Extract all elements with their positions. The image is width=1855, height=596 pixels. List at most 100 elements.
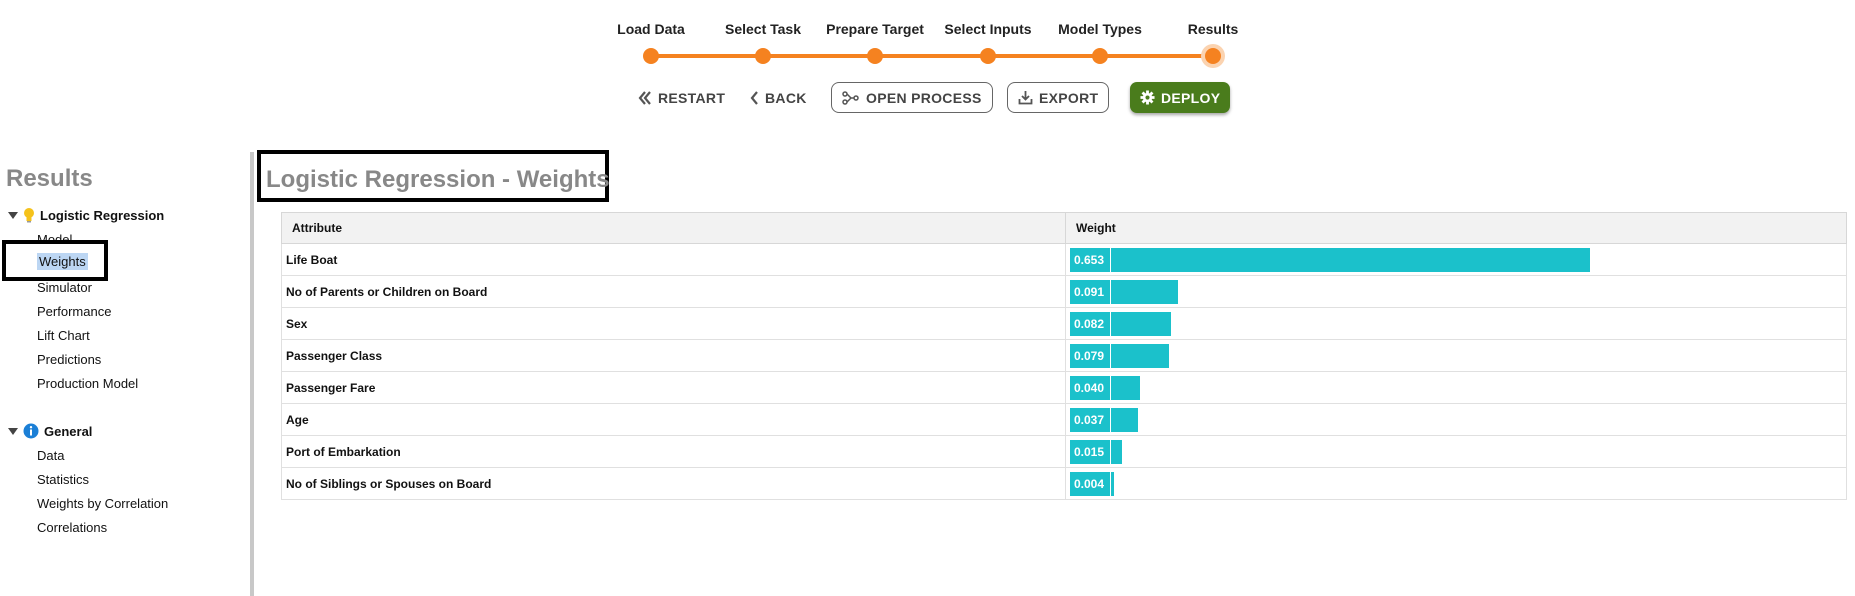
nav-item-predictions[interactable]: Predictions [37,352,101,367]
nav-group-label: Logistic Regression [40,207,165,223]
step-label-results: Results [1187,21,1239,37]
column-header-weight[interactable]: Weight [1065,212,1847,244]
attribute-cell: Port of Embarkation [281,435,1066,468]
step-dot-load-data[interactable] [643,48,659,64]
weight-cell: 0.079 [1065,339,1847,372]
weight-bar [1111,439,1122,464]
nav-item-lift-chart[interactable]: Lift Chart [37,328,90,343]
table-row[interactable]: Passenger Class 0.079 [281,339,1847,372]
restart-label: RESTART [658,89,726,106]
table-row[interactable]: Life Boat 0.653 [281,243,1847,276]
weight-bar-container: 0.091 [1070,279,1846,304]
nav-item-performance[interactable]: Performance [37,304,111,319]
export-button[interactable]: EXPORT [1007,82,1110,113]
expand-triangle-icon[interactable] [8,211,18,219]
weight-bar-container: 0.040 [1070,375,1846,400]
nav-item-simulator[interactable]: Simulator [37,280,92,295]
restart-button[interactable]: RESTART [628,82,735,113]
weight-bar [1111,407,1138,432]
wizard-stepper: Load Data Select Task Prepare Target Sel… [0,0,1855,70]
table-row[interactable]: Port of Embarkation 0.015 [281,435,1847,468]
step-label-load-data: Load Data [617,21,685,37]
weights-table: Attribute Weight Life Boat 0.653 No of Par… [281,212,1847,500]
deploy-label: DEPLOY [1161,89,1221,106]
nav-item-production-model[interactable]: Production Model [37,376,138,391]
attribute-cell: No of Siblings or Spouses on Board [281,467,1066,500]
table-row[interactable]: Age 0.037 [281,403,1847,436]
weight-bar-container: 0.082 [1070,311,1846,336]
weight-cell: 0.040 [1065,371,1847,404]
step-label-model-types: Model Types [1058,21,1142,37]
nav-item-weights-by-correlation[interactable]: Weights by Correlation [37,496,168,511]
back-button[interactable]: BACK [740,82,817,113]
nav-group-general[interactable]: General [8,423,92,439]
weight-value-label: 0.040 [1070,375,1110,400]
stepper-progress-line [651,54,1213,58]
weight-value-label: 0.653 [1070,247,1110,272]
step-label-select-inputs: Select Inputs [944,21,1032,37]
weight-bar [1111,311,1171,336]
nav-item-data[interactable]: Data [37,448,64,463]
weight-bar-container: 0.653 [1070,247,1846,272]
table-row[interactable]: No of Parents or Children on Board 0.091 [281,275,1847,308]
weight-value-label: 0.091 [1070,279,1110,304]
weight-cell: 0.015 [1065,435,1847,468]
attribute-cell: Passenger Fare [281,371,1066,404]
nav-item-statistics[interactable]: Statistics [37,472,89,487]
weight-bar-container: 0.015 [1070,439,1846,464]
step-dot-prepare-target[interactable] [867,48,883,64]
weight-value-label: 0.037 [1070,407,1110,432]
attribute-cell: No of Parents or Children on Board [281,275,1066,308]
nav-group-label: General [44,423,93,439]
step-dot-results[interactable] [1201,44,1225,68]
export-label: EXPORT [1039,89,1099,106]
column-header-attribute[interactable]: Attribute [281,212,1066,244]
weight-value-label: 0.004 [1070,471,1110,496]
weight-cell: 0.037 [1065,403,1847,436]
double-chevron-left-icon [638,90,651,105]
weight-cell: 0.091 [1065,275,1847,308]
weight-bar [1111,343,1169,368]
step-dot-select-inputs[interactable] [980,48,996,64]
weight-cell: 0.082 [1065,307,1847,340]
weight-value-label: 0.082 [1070,311,1110,336]
nav-group-logistic-regression[interactable]: Logistic Regression [8,207,164,223]
weight-bar-container: 0.079 [1070,343,1846,368]
attribute-cell: Life Boat [281,243,1066,276]
step-label-select-task: Select Task [724,21,802,37]
table-row[interactable]: Passenger Fare 0.040 [281,371,1847,404]
weight-bar [1111,279,1178,304]
deploy-button[interactable]: DEPLOY [1130,82,1231,113]
weight-bar-container: 0.004 [1070,471,1846,496]
weight-bar-container: 0.037 [1070,407,1846,432]
wizard-actions: RESTART BACK OPEN PROCESS EXPORT DEPLOY [0,82,1855,114]
step-dot-model-types[interactable] [1092,48,1108,64]
weight-cell: 0.004 [1065,467,1847,500]
step-dot-select-task[interactable] [755,48,771,64]
results-sidebar: Results Logistic Regression Model Weight… [0,150,250,596]
panel-splitter[interactable] [250,152,254,596]
nav-item-correlations[interactable]: Correlations [37,520,107,535]
expand-triangle-icon[interactable] [8,427,18,435]
attribute-cell: Age [281,403,1066,436]
table-row[interactable]: No of Siblings or Spouses on Board 0.004 [281,467,1847,500]
weight-bar [1111,375,1140,400]
table-header-row: Attribute Weight [281,212,1847,244]
weight-value-label: 0.015 [1070,439,1110,464]
open-process-label: OPEN PROCESS [866,89,982,106]
weight-bar [1111,471,1114,496]
weights-table-body: Life Boat 0.653 No of Parents or Children … [281,243,1847,500]
download-icon [1018,91,1033,105]
process-flow-icon [842,90,859,105]
info-icon [23,423,39,439]
selection-highlight-box [2,240,108,281]
attribute-cell: Passenger Class [281,339,1066,372]
step-label-prepare-target: Prepare Target [826,21,924,37]
gear-icon [1140,90,1155,105]
weight-cell: 0.653 [1065,243,1847,276]
table-row[interactable]: Sex 0.082 [281,307,1847,340]
back-label: BACK [765,89,807,106]
sidebar-title: Results [6,165,93,192]
open-process-button[interactable]: OPEN PROCESS [831,82,993,113]
lightbulb-icon [24,208,34,223]
